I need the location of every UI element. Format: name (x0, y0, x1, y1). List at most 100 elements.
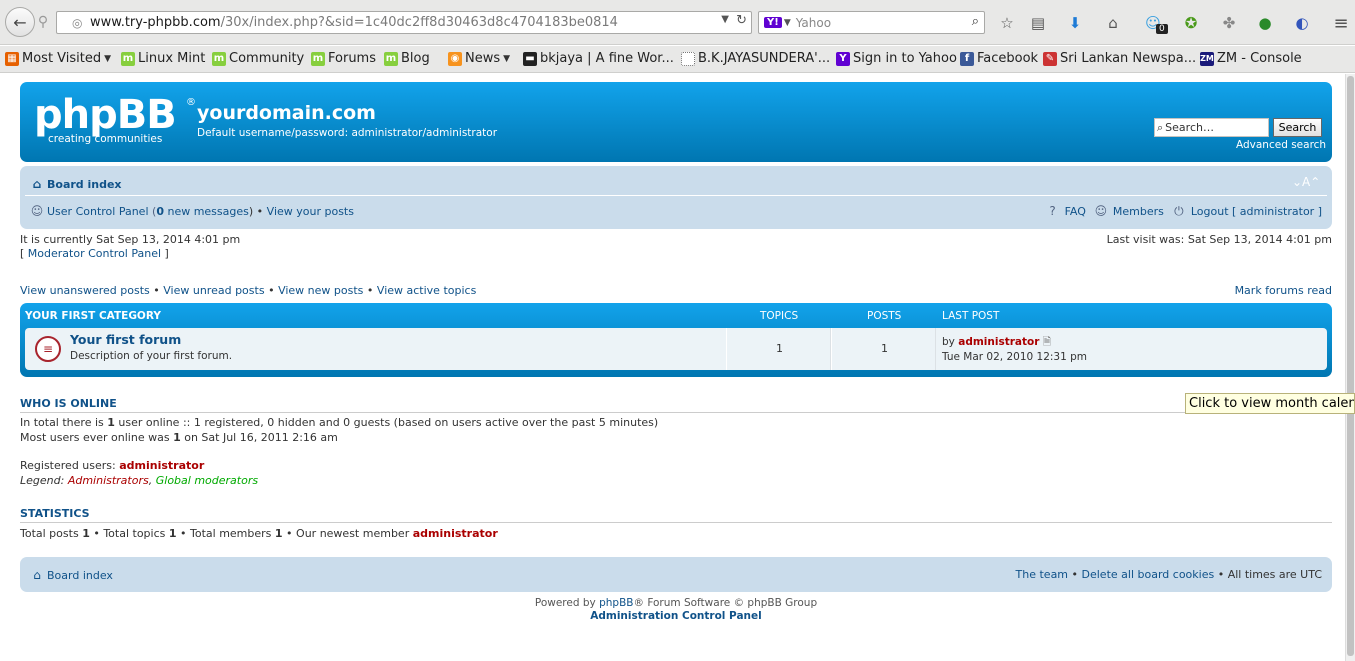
font-size-toggle[interactable]: ⌄A⌃ (1292, 175, 1320, 189)
members-icon: ☺ (1094, 204, 1108, 218)
bookmark-most-visited[interactable]: ▦ Most Visited ▼ (5, 51, 111, 66)
bookmark-news[interactable]: ◉ News ▼ (448, 51, 510, 66)
bookmark-forums[interactable]: m Forums (311, 51, 376, 66)
home-icon: ⌂ (32, 177, 42, 191)
bookmark-yahoo[interactable]: Y Sign in to Yahoo (836, 51, 957, 66)
legend-administrators-link[interactable]: Administrators (68, 474, 149, 487)
mcp-link[interactable]: Moderator Control Panel (28, 247, 161, 260)
bookmark-star-icon[interactable]: ☆ (996, 12, 1018, 34)
copyright: Powered by phpBB® Forum Software © phpBB… (534, 597, 818, 622)
bookmark-jayasundera[interactable]: B.K.JAYASUNDERA'... (681, 51, 830, 66)
category-name[interactable]: YOUR FIRST CATEGORY (25, 310, 161, 322)
legend-moderators-link[interactable]: Global moderators (156, 474, 258, 487)
chevron-down-icon: ▼ (503, 53, 511, 64)
download-icon[interactable]: ⬇ (1064, 12, 1086, 34)
forum-title-link[interactable]: Your first forum (70, 332, 181, 347)
view-latest-post-icon[interactable]: 🗎 (1043, 336, 1051, 348)
rss-icon: ◉ (448, 51, 462, 66)
folder-icon: ▦ (5, 51, 19, 66)
forum-navbar: ⌂ Board index ⌄A⌃ ☺ User Control Panel (0 … (20, 166, 1332, 229)
ghostery-badge: 0 (1156, 24, 1168, 34)
unread-posts-link[interactable]: View unread posts (163, 284, 264, 297)
history-dropdown-icon[interactable]: ▼ (721, 14, 729, 25)
registered-user-link[interactable]: administrator (119, 459, 204, 472)
newspaper-icon: ✎ (1043, 51, 1057, 66)
url-path: /30x/index.php?&sid=1c40dc2ff8d30463d8c4… (220, 15, 618, 30)
active-topics-link[interactable]: View active topics (377, 284, 476, 297)
search-icon[interactable]: ⌕ (972, 14, 979, 29)
search-engine-name: Yahoo (795, 15, 832, 30)
navbar-divider (25, 195, 1327, 196)
bookmark-linux-mint[interactable]: m Linux Mint (121, 51, 205, 66)
engine-dropdown-icon[interactable]: ▼ (784, 18, 791, 28)
col-posts: POSTS (867, 310, 902, 322)
section-divider (20, 522, 1332, 523)
bookmarks-menu-icon[interactable]: ▤ (1027, 12, 1049, 34)
page-scrollbar[interactable] (1345, 74, 1355, 661)
phpbb-link[interactable]: phpBB (599, 597, 633, 609)
phpbb-logo[interactable]: phpBB ® creating communities (34, 92, 196, 151)
bookmark-facebook[interactable]: f Facebook (960, 51, 1038, 66)
bookmark-blog[interactable]: m Blog (384, 51, 430, 66)
members-link[interactable]: Members (1113, 205, 1164, 218)
advanced-search-link[interactable]: Advanced search (1236, 139, 1326, 151)
logo-text: phpBB (34, 92, 177, 138)
new-messages-link[interactable]: new messages (167, 205, 248, 218)
new-posts-link[interactable]: View new posts (278, 284, 363, 297)
board-index-link[interactable]: ⌂ Board index (30, 177, 122, 191)
globe-icon: ◎ (72, 15, 83, 30)
menu-icon[interactable]: ≡ (1330, 12, 1352, 34)
mint-icon: m (121, 51, 135, 66)
acp-link[interactable]: Administration Control Panel (590, 610, 762, 622)
calendar-tooltip: Click to view month calendar (1185, 393, 1355, 414)
the-team-link[interactable]: The team (1016, 568, 1069, 581)
reload-icon[interactable]: ↻ (736, 13, 747, 28)
newest-member-link[interactable]: administrator (413, 527, 498, 540)
forum-description: Description of your first forum. (70, 350, 233, 362)
web-search-bar[interactable]: Y! ▼ Yahoo ⌕ (758, 11, 985, 34)
scrollbar-thumb[interactable] (1347, 76, 1354, 656)
home-icon[interactable]: ⌂ (1102, 12, 1124, 34)
site-title: yourdomain.com (197, 102, 376, 124)
faq-link[interactable]: FAQ (1065, 205, 1086, 218)
timezone-text: All times are UTC (1227, 568, 1322, 581)
bookmark-zm-console[interactable]: ZM ZM - Console (1200, 51, 1302, 66)
forum-search-button[interactable]: Search (1273, 118, 1322, 137)
forum-search-input[interactable]: ⌕ Search… (1154, 118, 1269, 137)
unanswered-posts-link[interactable]: View unanswered posts (20, 284, 150, 297)
yahoo-icon[interactable]: Y! (764, 17, 782, 28)
bookmarks-toolbar: ▦ Most Visited ▼ m Linux Mint m Community mF… (0, 46, 1355, 73)
category-block: YOUR FIRST CATEGORY TOPICS POSTS LAST PO… (20, 303, 1332, 377)
identity-button[interactable]: ⚲ (31, 11, 55, 33)
addon-b-icon[interactable]: ● (1254, 12, 1276, 34)
who-is-online-title[interactable]: WHO IS ONLINE (20, 397, 117, 410)
delete-cookies-link[interactable]: Delete all board cookies (1082, 568, 1215, 581)
ucp-link[interactable]: User Control Panel (47, 205, 149, 218)
footer-board-index-link[interactable]: ⌂ Board index (30, 568, 113, 582)
quick-links: View unanswered posts • View unread post… (20, 284, 477, 297)
logo-tagline: creating communities (48, 133, 163, 145)
footer-navbar: ⌂ Board index The team • Delete all board… (20, 557, 1332, 592)
view-your-posts-link[interactable]: View your posts (267, 205, 354, 218)
section-divider (20, 412, 1332, 413)
ucp-row: ☺ User Control Panel (0 new messages) • V… (30, 204, 354, 218)
bookmark-bkjaya[interactable]: ▬ bkjaya | A fine Wor... (523, 51, 674, 66)
new-messages-count[interactable]: 0 (156, 205, 164, 218)
header-bar: phpBB ® creating communities yourdomain.… (20, 82, 1332, 162)
intro-left: It is currently Sat Sep 13, 2014 4:01 pm… (20, 233, 241, 260)
addon-c-icon[interactable]: ◐ (1291, 12, 1313, 34)
extension-icon[interactable]: ✪ (1180, 12, 1202, 34)
search-icon: ⌕ (1157, 120, 1164, 134)
home-icon: ⌂ (33, 568, 41, 582)
logout-link[interactable]: Logout [ administrator ] (1191, 205, 1322, 218)
faq-icon: ? (1049, 204, 1056, 218)
url-bar[interactable]: ◎ www.try-phpbb.com/30x/index.php?&sid=1… (56, 11, 752, 34)
page-icon (681, 51, 695, 66)
registered-users: Registered users: administrator Legend: … (20, 459, 259, 487)
bookmark-community[interactable]: m Community (212, 51, 304, 66)
addon-icon[interactable]: ✤ (1218, 12, 1240, 34)
last-post-author-link[interactable]: administrator (958, 336, 1039, 348)
zm-icon: ZM (1200, 51, 1214, 66)
bookmark-srilanka-news[interactable]: ✎ Sri Lankan Newspa... (1043, 51, 1196, 66)
mark-forums-read-link[interactable]: Mark forums read (1235, 284, 1332, 297)
